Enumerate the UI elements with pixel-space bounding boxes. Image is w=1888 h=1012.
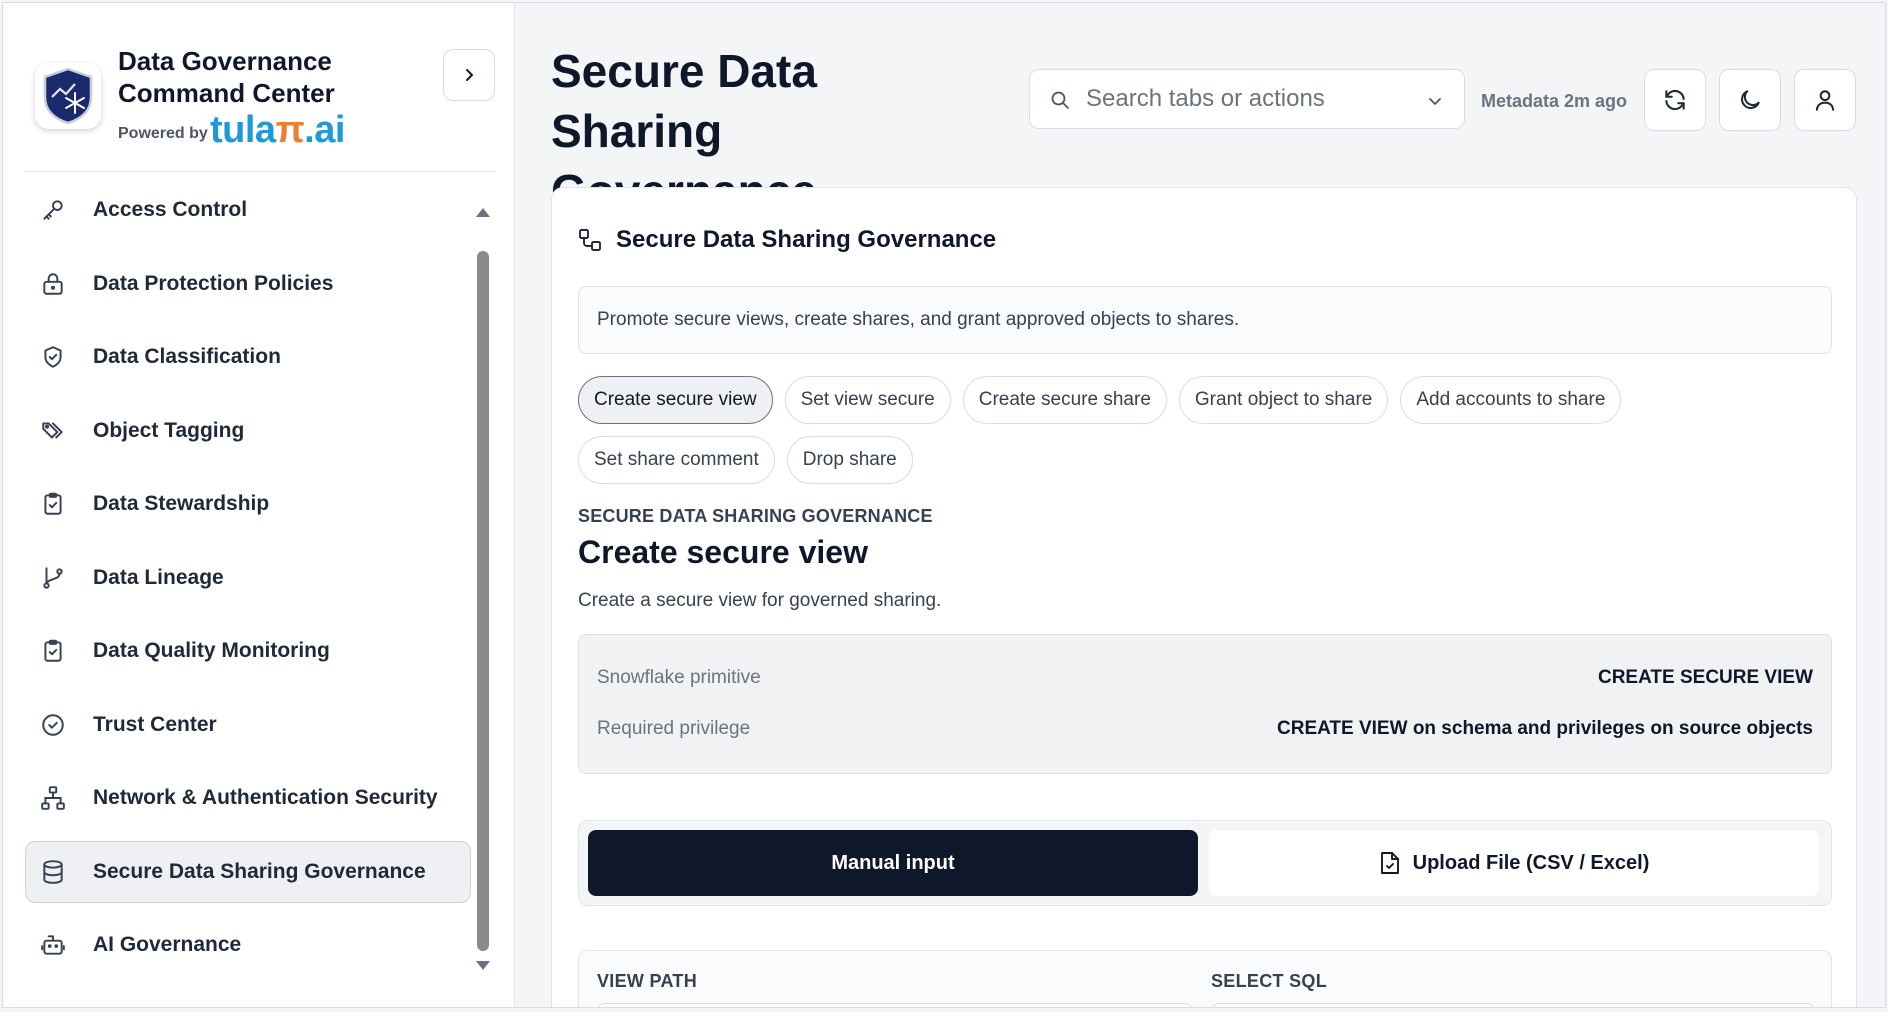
select-sql-input[interactable] [1211, 1003, 1815, 1007]
sidebar-item-label: Access Control [93, 198, 248, 221]
user-menu-button[interactable] [1794, 69, 1856, 131]
bot-icon [40, 932, 66, 958]
lock-icon [40, 271, 66, 297]
git-branch-icon [40, 565, 66, 591]
sidebar-item-label: Data Lineage [93, 565, 224, 589]
search-box[interactable] [1029, 69, 1465, 129]
divider [25, 171, 495, 172]
chevron-right-icon [466, 69, 473, 81]
chip-grant-object-to-share[interactable]: Grant object to share [1178, 376, 1389, 424]
chip-drop-share[interactable]: Drop share [786, 436, 913, 484]
powered-by-label: Powered by [118, 125, 208, 142]
theme-toggle-button[interactable] [1719, 69, 1781, 131]
sidebar-item-data-lineage[interactable]: Data Lineage [25, 547, 471, 609]
app-window: Data Governance Command Center Powered b… [2, 2, 1886, 1008]
card-description: Promote secure views, create shares, and… [578, 286, 1832, 354]
clipboard-check-icon [40, 638, 66, 664]
card-header: Secure Data Sharing Governance [578, 226, 996, 254]
network-icon [40, 785, 66, 811]
refresh-icon [1665, 89, 1685, 111]
sidebar-item-network-authentication-security[interactable]: Network & Authentication Security [25, 767, 471, 829]
shield-check-icon [40, 344, 66, 370]
brand-title: Data Governance Command Center [118, 46, 335, 108]
database-icon [40, 859, 66, 885]
chip-set-share-comment[interactable]: Set share comment [578, 436, 775, 484]
detail-value: CREATE SECURE VIEW [1597, 667, 1813, 688]
sidebar-item-data-stewardship[interactable]: Data Stewardship [25, 473, 471, 535]
sidebar-item-label: Trust Center [93, 712, 217, 736]
upload-file-label: Upload File (CSV / Excel) [1412, 851, 1650, 874]
tags-icon [40, 418, 66, 444]
section-eyebrow: SECURE DATA SHARING GOVERNANCE [578, 506, 933, 526]
detail-row: Required privilege CREATE VIEW on schema… [597, 714, 1813, 744]
chevron-down-icon [1429, 98, 1441, 105]
key-icon [40, 197, 66, 223]
chip-set-view-secure[interactable]: Set view secure [784, 376, 951, 424]
moon-icon [1741, 90, 1760, 109]
detail-value: CREATE VIEW on schema and privileges on … [1277, 718, 1813, 739]
sidebar-item-label: Data Classification [93, 345, 281, 368]
sidebar-item-data-quality-monitoring[interactable]: Data Quality Monitoring [25, 620, 471, 682]
detail-key: Snowflake primitive [597, 667, 761, 688]
sidebar-item-trust-center[interactable]: Trust Center [25, 694, 471, 756]
scroll-down-arrow[interactable] [476, 961, 490, 970]
manual-input-button[interactable]: Manual input [588, 830, 1198, 896]
sidebar: Data Governance Command Center Powered b… [3, 3, 515, 1007]
sidebar-toggle-button[interactable] [443, 49, 495, 101]
input-mode-toggle: Manual input Upload File (CSV / Excel) [578, 820, 1832, 906]
metadata-status: Metadata 2m ago [1481, 91, 1628, 111]
user-icon [1815, 90, 1835, 111]
view-path-input[interactable] [597, 1003, 1193, 1007]
view-path-label: VIEW PATH [597, 971, 698, 991]
sidebar-item-label: Data Stewardship [93, 492, 270, 515]
action-chips: Create secure view Set view secure Creat… [578, 376, 1838, 496]
card-title: Secure Data Sharing Governance [616, 226, 997, 253]
share-nodes-icon [579, 229, 601, 251]
chip-create-secure-view[interactable]: Create secure view [578, 376, 773, 424]
sidebar-item-label: Object Tagging [93, 418, 245, 442]
sidebar-item-label: Network & Authentication Security [93, 786, 438, 809]
search-icon [1051, 91, 1069, 109]
section-title: Create secure view [578, 534, 868, 570]
upload-file-button[interactable]: Upload File (CSV / Excel) [1209, 830, 1819, 896]
main-card: Secure Data Sharing Governance Promote s… [551, 187, 1857, 1007]
section-description: Create a secure view for governed sharin… [578, 590, 942, 611]
refresh-button[interactable] [1644, 69, 1706, 131]
details-panel: Snowflake primitive CREATE SECURE VIEW R… [578, 634, 1832, 774]
chip-add-accounts-to-share[interactable]: Add accounts to share [1400, 376, 1622, 424]
select-sql-label: SELECT SQL [1211, 971, 1328, 991]
file-upload-icon [1380, 852, 1399, 874]
sidebar-item-label: Secure Data Sharing Governance [93, 859, 426, 883]
detail-row: Snowflake primitive CREATE SECURE VIEW [597, 663, 1813, 693]
form-fields: VIEW PATH SELECT SQL [578, 950, 1832, 1007]
sidebar-item-access-control[interactable]: Access Control [25, 179, 471, 241]
scroll-up-arrow[interactable] [476, 208, 490, 217]
sidebar-item-data-classification[interactable]: Data Classification [25, 326, 471, 388]
brand: Data Governance Command Center Powered b… [35, 33, 495, 153]
search-input[interactable] [1086, 70, 1416, 128]
sidebar-nav: Access Control Data Protection Policies … [25, 179, 471, 988]
sidebar-item-label: AI Governance [93, 933, 242, 956]
detail-key: Required privilege [597, 718, 751, 739]
sidebar-item-label: Data Quality Monitoring [93, 639, 330, 662]
scrollbar-thumb[interactable] [477, 251, 489, 951]
sidebar-item-object-tagging[interactable]: Object Tagging [25, 400, 471, 462]
sidebar-item-label: Data Protection Policies [93, 271, 334, 295]
sidebar-item-data-protection-policies[interactable]: Data Protection Policies [25, 253, 471, 315]
clipboard-check-icon [40, 491, 66, 517]
sidebar-item-ai-governance[interactable]: AI Governance [25, 914, 471, 976]
sidebar-item-secure-data-sharing-governance[interactable]: Secure Data Sharing Governance [25, 840, 471, 903]
check-circle-icon [40, 712, 66, 738]
shield-logo-icon [35, 63, 101, 129]
tula-logo: tulaπ.ai [210, 109, 345, 151]
chip-create-secure-share[interactable]: Create secure share [962, 376, 1167, 424]
